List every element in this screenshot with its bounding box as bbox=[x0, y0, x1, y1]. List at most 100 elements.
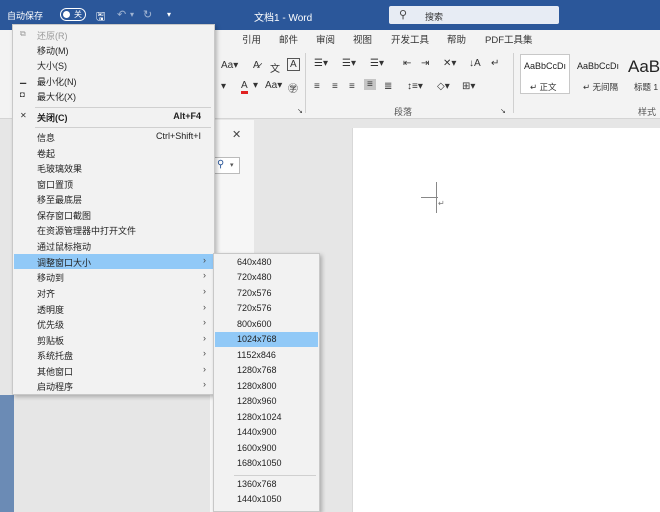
submenu-item[interactable]: 1680x1050 bbox=[215, 456, 318, 471]
submenu-item[interactable]: 1280x768 bbox=[215, 363, 318, 378]
decrease-indent-icon[interactable]: ⇤ bbox=[403, 58, 411, 69]
menu-item-transparency[interactable]: 透明度 › bbox=[14, 301, 213, 316]
submenu-item[interactable]: 800x600 bbox=[215, 317, 318, 332]
paragraph-dialog-launcher-icon[interactable]: ↘ bbox=[500, 107, 506, 115]
tab-view[interactable]: 视图 bbox=[353, 32, 372, 46]
menu-item-open-in-explorer[interactable]: 在资源管理器中打开文件 bbox=[14, 222, 213, 237]
menu-item-other-windows[interactable]: 其他窗口 › bbox=[14, 363, 213, 378]
submenu-item[interactable]: 1280x960 bbox=[215, 394, 318, 409]
submenu-item-selected[interactable]: 1024x768 bbox=[215, 332, 318, 347]
change-case-icon[interactable]: Aa▾ bbox=[221, 60, 238, 71]
sort-icon[interactable]: ↓A bbox=[469, 58, 481, 69]
font-color-dropdown-icon[interactable]: ▾ bbox=[253, 80, 258, 91]
window-title: 文档1 - Word bbox=[254, 13, 313, 24]
submenu-item[interactable]: 1152x846 bbox=[215, 348, 318, 363]
menu-item-system-tray[interactable]: 系统托盘 › bbox=[14, 347, 213, 362]
autosave-toggle[interactable]: 关 bbox=[60, 8, 86, 21]
numbering-icon[interactable]: ☰▾ bbox=[342, 58, 356, 69]
menu-item-label: 移动到 bbox=[37, 273, 65, 283]
submenu-item[interactable]: 640x480 bbox=[215, 255, 318, 270]
menu-item-info[interactable]: 信息 Ctrl+Shift+I bbox=[14, 129, 213, 144]
tab-developer[interactable]: 开发工具 bbox=[391, 32, 429, 46]
submenu-item[interactable]: 1440x900 bbox=[215, 425, 318, 440]
phonetic-guide-icon[interactable]: 文 bbox=[270, 60, 280, 75]
submenu-item-label: 1024x768 bbox=[237, 334, 277, 344]
close-pane-icon[interactable]: ✕ bbox=[232, 128, 241, 141]
style-name: 标题 1 bbox=[634, 82, 659, 92]
borders-icon[interactable]: ⊞▾ bbox=[462, 81, 475, 92]
menu-item-always-on-top[interactable]: 窗口置顶 bbox=[14, 176, 213, 191]
undo-icon[interactable]: ↶ bbox=[117, 8, 126, 21]
submenu-item-label: 640x480 bbox=[237, 257, 272, 267]
font-color-icon[interactable]: A bbox=[241, 80, 248, 94]
style-preview: AaBbCcDı bbox=[577, 61, 620, 71]
menu-item-roll-up[interactable]: 卷起 bbox=[14, 145, 213, 160]
style-name: ↵ 正文 bbox=[530, 82, 557, 92]
enclose-characters-icon[interactable]: ㊫ bbox=[288, 80, 298, 95]
undo-dropdown-icon[interactable]: ▾ bbox=[130, 10, 134, 19]
shading-icon[interactable]: ◇▾ bbox=[437, 81, 450, 92]
ribbon-separator bbox=[513, 53, 514, 113]
font-dialog-launcher-icon[interactable]: ↘ bbox=[297, 107, 303, 115]
text-effects-icon[interactable]: Aa▾ bbox=[265, 80, 282, 91]
submenu-item[interactable]: 720x480 bbox=[215, 270, 318, 285]
search-box[interactable]: ⚲ 搜索 bbox=[389, 6, 559, 24]
menu-item-save-screenshot[interactable]: 保存窗口截图 bbox=[14, 207, 213, 222]
menu-item-launch-program[interactable]: 启动程序 › bbox=[14, 378, 213, 393]
chevron-down-icon[interactable]: ▾ bbox=[230, 161, 234, 169]
submenu-item[interactable]: 1280x1024 bbox=[215, 410, 318, 425]
align-left-icon[interactable]: ≡ bbox=[314, 81, 320, 92]
menu-item-move[interactable]: 移动(M) bbox=[14, 42, 213, 57]
chinese-layout-icon[interactable]: ✕▾ bbox=[443, 58, 456, 69]
menu-item-priority[interactable]: 优先级 › bbox=[14, 316, 213, 331]
clear-formatting-icon[interactable]: A̷ bbox=[253, 60, 260, 71]
style-no-spacing[interactable]: AaBbCcDı ↵ 无间隔 bbox=[573, 54, 623, 94]
menu-item-label: 移动(M) bbox=[37, 46, 69, 56]
menu-item-resize-window[interactable]: 调整窗口大小 › bbox=[14, 254, 213, 269]
character-shading-icon[interactable]: ▾ bbox=[221, 81, 226, 92]
menu-item-maximize[interactable]: ◘ 最大化(X) bbox=[14, 88, 213, 103]
submenu-item[interactable]: 1280x800 bbox=[215, 379, 318, 394]
style-heading-1[interactable]: AaB 标题 1 bbox=[624, 54, 660, 94]
menu-item-send-to-bottom[interactable]: 移至最底层 bbox=[14, 191, 213, 206]
menu-item-close[interactable]: ✕ 关闭(C) Alt+F4 bbox=[14, 109, 213, 124]
menu-item-align[interactable]: 对齐 › bbox=[14, 285, 213, 300]
submenu-item[interactable]: 720x576 bbox=[215, 301, 318, 316]
menu-item-drag-with-mouse[interactable]: 通过鼠标拖动 bbox=[14, 238, 213, 253]
submenu-item[interactable]: 1600x900 bbox=[215, 441, 318, 456]
tab-references[interactable]: 引用 bbox=[242, 32, 261, 46]
redo-icon[interactable]: ↻ bbox=[143, 8, 152, 21]
customize-toolbar-icon[interactable]: ▾ bbox=[167, 10, 171, 19]
menu-item-aero-glass[interactable]: 毛玻璃效果 bbox=[14, 160, 213, 175]
style-normal[interactable]: AaBbCcDı ↵ 正文 bbox=[520, 54, 570, 94]
justify-icon[interactable]: ≡ bbox=[364, 79, 376, 90]
align-center-icon[interactable]: ≡ bbox=[332, 81, 338, 92]
line-spacing-icon[interactable]: ↕≡▾ bbox=[407, 81, 423, 92]
menu-item-minimize[interactable]: ▁ 最小化(N) bbox=[14, 73, 213, 88]
tab-pdf-tools[interactable]: PDF工具集 bbox=[485, 32, 533, 46]
menu-item-restore[interactable]: ⧉ 还原(R) bbox=[14, 27, 213, 42]
submenu-item[interactable]: 1360x768 bbox=[215, 477, 318, 492]
menu-item-label: 对齐 bbox=[37, 289, 56, 299]
submenu-item[interactable]: 720x576 bbox=[215, 286, 318, 301]
menu-item-move-to[interactable]: 移动到 › bbox=[14, 269, 213, 284]
menu-item-label: 大小(S) bbox=[37, 61, 67, 71]
menu-item-size[interactable]: 大小(S) bbox=[14, 57, 213, 72]
search-icon: ⚲ bbox=[217, 159, 225, 170]
menu-item-clipboard[interactable]: 剪贴板 › bbox=[14, 332, 213, 347]
pane-search-box[interactable]: ⚲ ▾ bbox=[214, 157, 240, 174]
distributed-icon[interactable]: ≣ bbox=[384, 81, 392, 92]
bullets-icon[interactable]: ☰▾ bbox=[314, 58, 328, 69]
tab-review[interactable]: 审阅 bbox=[316, 32, 335, 46]
increase-indent-icon[interactable]: ⇥ bbox=[421, 58, 429, 69]
minimize-icon: ▁ bbox=[20, 75, 27, 84]
character-border-icon[interactable]: A bbox=[287, 58, 300, 71]
menu-item-label: 剪贴板 bbox=[37, 336, 65, 346]
document-page[interactable] bbox=[352, 128, 660, 512]
multilevel-list-icon[interactable]: ☰▾ bbox=[370, 58, 384, 69]
show-marks-icon[interactable]: ↵ bbox=[491, 58, 499, 69]
submenu-item[interactable]: 1440x1050 bbox=[215, 492, 318, 507]
tab-help[interactable]: 帮助 bbox=[447, 32, 466, 46]
align-right-icon[interactable]: ≡ bbox=[349, 81, 355, 92]
tab-mailings[interactable]: 邮件 bbox=[279, 32, 298, 46]
